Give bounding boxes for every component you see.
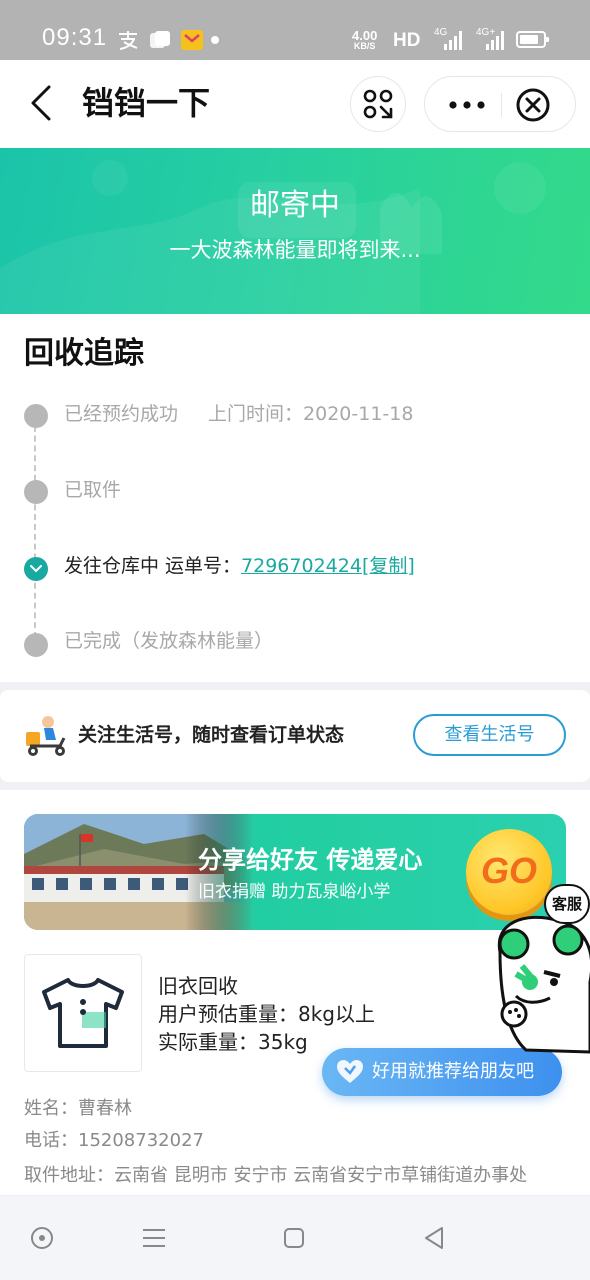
back-icon [31,85,51,121]
signal-icon-2 [486,30,506,50]
step-label: 已经预约成功 [64,403,179,425]
timeline-dot [24,404,48,428]
timeline-step-shipping: 发往仓库中 运单号：7296702424[复制] [64,552,415,580]
net-speed: 4.00 KB/S [352,29,377,51]
order-status: 邮寄中 [250,188,340,223]
timeline-step-picked: 已取件 [64,476,121,504]
follow-card: 关注生活号，随时查看订单状态 查看生活号 [0,690,590,782]
timeline-dot-active [24,557,48,581]
mail-icon [181,30,203,50]
timeline-line [34,416,36,638]
tracking-card: 回收追踪 已经预约成功 上门时间：2020-11-18 已取件 发往仓库中 运单号… [0,314,590,682]
dot-icon [211,36,219,44]
estimated-weight: 用户预估重量：8kg以上 [158,1002,376,1026]
step-label: 已取件 [64,479,122,501]
close-icon[interactable] [515,87,551,123]
order-status-subtitle: 一大波森林能量即将到来... [169,238,421,262]
battery-icon [516,31,549,48]
menu-icon [143,1229,165,1247]
square-icon [284,1228,304,1248]
scan-icon [363,89,393,119]
delivery-scooter-icon [26,716,66,756]
copy-tracking-button[interactable]: [复制] [362,555,415,577]
timeline-step-booked: 已经预约成功 上门时间：2020-11-18 [64,400,413,428]
pickup-time: 上门时间：2020-11-18 [208,403,414,425]
customer-phone: 电话：15208732027 [24,1130,204,1151]
mini-program-capsule [424,76,576,132]
nav-home-button[interactable] [278,1222,310,1254]
view-life-account-button[interactable]: 查看生活号 [413,714,566,756]
nav-menu-button[interactable] [138,1222,170,1254]
chevron-down-icon [30,565,42,573]
recommend-label: 好用就推荐给朋友吧 [372,1061,534,1082]
timeline-step-complete: 已完成（发放森林能量） [64,627,273,655]
app-bar: 铛铛一下 [0,60,590,148]
tshirt-icon [42,978,124,1048]
more-icon [449,101,485,109]
alipay-icon [119,31,138,50]
page-title: 铛铛一下 [82,84,211,122]
step-label: 已完成（发放森林能量） [64,630,274,652]
triangle-back-icon [425,1227,443,1249]
status-bar: 09:31 4.00 KB/S HD 4G 4G+ [0,0,590,60]
signal-icon [444,30,464,50]
app-icon [150,31,170,48]
tracking-number-link[interactable]: 7296702424 [241,555,362,577]
heart-icon [337,1060,363,1083]
status-time: 09:31 [42,24,108,51]
hd-label: HD [393,30,421,51]
promo-title: 分享给好友 传递爱心 [198,846,423,874]
timeline-dot [24,633,48,657]
customer-name: 姓名：曹春林 [24,1098,132,1119]
tracking-title: 回收追踪 [24,336,144,371]
share-promo-banner[interactable]: 分享给好友 传递爱心 旧衣捐赠 助力瓦泉峪小学 GO [24,814,566,930]
follow-text: 关注生活号，随时查看订单状态 [78,724,345,746]
capsule-divider [501,93,502,117]
banner-decoration [0,160,546,314]
back-button[interactable] [18,78,64,128]
pickup-address: 取件地址：云南省 昆明市 安宁市 云南省安宁市草铺街道办事处 [24,1165,528,1186]
step-label: 发往仓库中 运单号： [64,555,242,577]
scan-button[interactable] [350,76,406,132]
product-name: 旧衣回收 [158,974,238,998]
more-button[interactable] [439,77,495,133]
customer-service-button[interactable]: 客服 [544,884,590,924]
actual-weight: 实际重量：35kg [158,1030,308,1054]
net-speed-unit: KB/S [353,41,376,51]
circle-dot-icon [31,1227,53,1249]
timeline-dot [24,480,48,504]
status-banner: 邮寄中 一大波森林能量即将到来... [0,148,590,314]
nav-assistant-button[interactable] [26,1222,58,1254]
system-nav-bar [0,1196,590,1280]
promo-subtitle: 旧衣捐赠 助力瓦泉峪小学 [198,882,391,902]
product-thumbnail [24,954,142,1072]
nav-back-button[interactable] [418,1222,450,1254]
